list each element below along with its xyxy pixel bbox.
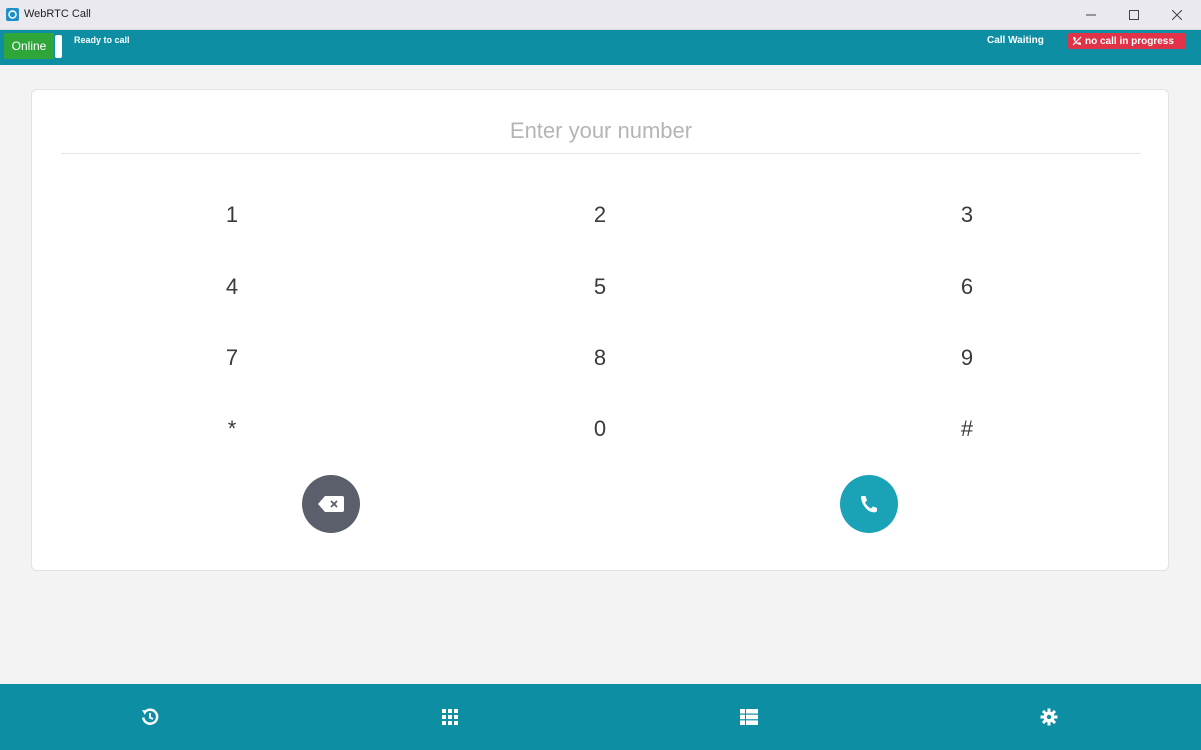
call-status-badge: no call in progress bbox=[1068, 33, 1186, 49]
phone-icon bbox=[861, 496, 877, 513]
ready-status-text: Ready to call bbox=[74, 35, 130, 45]
phone-number-input[interactable] bbox=[61, 108, 1141, 154]
online-toggle[interactable]: Online bbox=[4, 33, 62, 59]
window-title: WebRTC Call bbox=[24, 8, 91, 20]
no-call-text: no call in progress bbox=[1085, 35, 1174, 47]
title-bar: WebRTC Call bbox=[0, 0, 1201, 30]
nav-dialpad[interactable] bbox=[420, 684, 480, 750]
close-icon bbox=[1172, 10, 1182, 20]
dial-key-2[interactable]: 2 bbox=[540, 190, 660, 240]
toggle-knob bbox=[55, 35, 62, 58]
dial-key-7[interactable]: 7 bbox=[172, 333, 292, 383]
close-button[interactable] bbox=[1155, 0, 1199, 30]
dial-key-3[interactable]: 3 bbox=[907, 190, 1027, 240]
backspace-button[interactable] bbox=[302, 475, 360, 533]
dial-key-1[interactable]: 1 bbox=[172, 190, 292, 240]
minimize-icon bbox=[1086, 14, 1096, 16]
minimize-button[interactable] bbox=[1069, 0, 1113, 30]
dialpad-icon bbox=[442, 709, 458, 725]
history-icon bbox=[142, 708, 159, 725]
nav-settings[interactable] bbox=[1019, 684, 1079, 750]
dial-key-9[interactable]: 9 bbox=[907, 333, 1027, 383]
dial-key-5[interactable]: 5 bbox=[540, 262, 660, 312]
dial-key-hash[interactable]: # bbox=[907, 404, 1027, 454]
phone-off-icon bbox=[1072, 36, 1082, 46]
maximize-button[interactable] bbox=[1112, 0, 1156, 30]
dial-key-6[interactable]: 6 bbox=[907, 262, 1027, 312]
backspace-icon bbox=[318, 496, 344, 512]
contacts-icon bbox=[740, 709, 758, 725]
app-logo-icon bbox=[6, 8, 19, 21]
bottom-navigation bbox=[0, 684, 1201, 750]
maximize-icon bbox=[1129, 10, 1139, 20]
dial-key-star[interactable]: * bbox=[172, 404, 292, 454]
nav-history[interactable] bbox=[120, 684, 180, 750]
dial-key-4[interactable]: 4 bbox=[172, 262, 292, 312]
settings-icon bbox=[1040, 708, 1058, 726]
dial-key-8[interactable]: 8 bbox=[540, 333, 660, 383]
dial-key-0[interactable]: 0 bbox=[540, 404, 660, 454]
call-waiting-label: Call Waiting bbox=[987, 35, 1044, 46]
call-button[interactable] bbox=[840, 475, 898, 533]
online-label: Online bbox=[4, 33, 54, 59]
status-bar: Online Ready to call Call Waiting no cal… bbox=[0, 30, 1201, 65]
nav-contacts[interactable] bbox=[719, 684, 779, 750]
dialpad-card: 1 2 3 4 5 6 7 8 9 * 0 # bbox=[31, 89, 1169, 571]
